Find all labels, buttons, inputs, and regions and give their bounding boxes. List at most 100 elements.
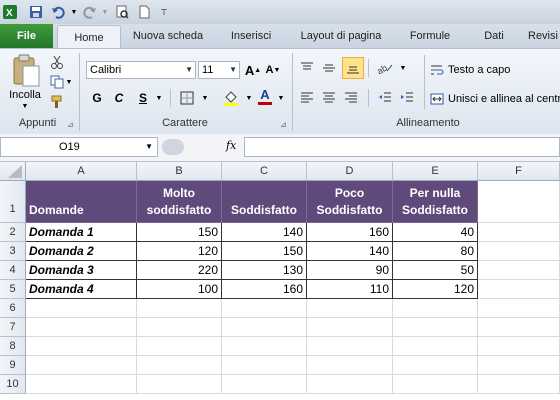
- column-header-b[interactable]: B: [137, 162, 222, 181]
- header-cell[interactable]: Domande: [26, 181, 137, 223]
- tab-file[interactable]: File: [0, 24, 53, 48]
- cell[interactable]: [26, 356, 137, 375]
- header-cell[interactable]: Soddisfatto: [222, 181, 307, 223]
- row-label-cell[interactable]: Domanda 2: [26, 242, 137, 261]
- row-header-1[interactable]: 1: [0, 181, 26, 223]
- value-cell[interactable]: 40: [393, 223, 478, 242]
- format-painter-icon[interactable]: [48, 93, 66, 111]
- paste-button[interactable]: Incolla: [4, 89, 46, 101]
- cell[interactable]: [307, 356, 393, 375]
- save-icon[interactable]: [28, 4, 44, 20]
- new-icon[interactable]: [136, 4, 152, 20]
- cell[interactable]: [478, 242, 560, 261]
- value-cell[interactable]: 160: [222, 280, 307, 299]
- formula-bar-handle[interactable]: [162, 139, 184, 155]
- name-box[interactable]: O19 ▼: [0, 137, 158, 157]
- column-header-a[interactable]: A: [26, 162, 137, 181]
- header-cell[interactable]: Per nulla Soddisfatto: [393, 181, 478, 223]
- redo-dropdown-icon[interactable]: ▼: [97, 4, 113, 20]
- row-header-8[interactable]: 8: [0, 337, 26, 356]
- tab-revisione[interactable]: Revisi: [528, 24, 560, 48]
- header-cell[interactable]: Molto soddisfatto: [137, 181, 222, 223]
- increase-indent-icon[interactable]: [398, 89, 416, 107]
- row-label-cell[interactable]: Domanda 4: [26, 280, 137, 299]
- merge-center-button[interactable]: Unisci e allinea al centro: [430, 90, 560, 108]
- value-cell[interactable]: 130: [222, 261, 307, 280]
- align-bottom-icon[interactable]: [342, 57, 364, 79]
- shrink-font-button[interactable]: A ▼: [264, 61, 282, 79]
- cell[interactable]: [137, 318, 222, 337]
- insert-function-icon[interactable]: fx: [226, 139, 236, 152]
- cell[interactable]: [222, 318, 307, 337]
- paste-dropdown-icon[interactable]: ▼: [20, 103, 30, 110]
- value-cell[interactable]: 140: [222, 223, 307, 242]
- cell[interactable]: [26, 337, 137, 356]
- column-header-d[interactable]: D: [307, 162, 393, 181]
- row-label-cell[interactable]: Domanda 3: [26, 261, 137, 280]
- align-middle-icon[interactable]: [320, 59, 338, 77]
- value-cell[interactable]: 140: [307, 242, 393, 261]
- copy-dropdown-icon[interactable]: ▼: [60, 73, 78, 91]
- cell[interactable]: [478, 299, 560, 318]
- header-cell[interactable]: Poco Soddisfatto: [307, 181, 393, 223]
- tab-formule[interactable]: Formule: [402, 24, 458, 48]
- cell[interactable]: [222, 299, 307, 318]
- column-header-e[interactable]: E: [393, 162, 478, 181]
- underline-dropdown-icon[interactable]: ▼: [150, 89, 168, 107]
- row-header-10[interactable]: 10: [0, 375, 26, 394]
- cell[interactable]: [478, 261, 560, 280]
- cell[interactable]: [393, 375, 478, 394]
- tab-home[interactable]: Home: [57, 25, 121, 50]
- cut-icon[interactable]: [48, 53, 66, 71]
- borders-dropdown-icon[interactable]: ▼: [196, 89, 214, 107]
- row-header-3[interactable]: 3: [0, 242, 26, 261]
- value-cell[interactable]: 100: [137, 280, 222, 299]
- cell[interactable]: [26, 299, 137, 318]
- font-color-dropdown-icon[interactable]: ▼: [272, 89, 290, 107]
- value-cell[interactable]: 90: [307, 261, 393, 280]
- align-top-icon[interactable]: [298, 59, 316, 77]
- align-left-icon[interactable]: [298, 89, 316, 107]
- cell[interactable]: [26, 375, 137, 394]
- fill-color-icon[interactable]: [222, 89, 240, 107]
- cell[interactable]: [307, 337, 393, 356]
- formula-input[interactable]: [244, 137, 560, 157]
- cell[interactable]: [393, 318, 478, 337]
- customize-icon[interactable]: ⊤: [156, 4, 172, 20]
- paste-icon[interactable]: [8, 53, 44, 89]
- row-label-cell[interactable]: Domanda 1: [26, 223, 137, 242]
- cell[interactable]: [478, 223, 560, 242]
- cell[interactable]: [393, 356, 478, 375]
- cell[interactable]: [137, 299, 222, 318]
- cell[interactable]: [478, 337, 560, 356]
- column-header-f[interactable]: F: [478, 162, 560, 181]
- value-cell[interactable]: 120: [137, 242, 222, 261]
- cell[interactable]: [478, 375, 560, 394]
- font-launcher-icon[interactable]: ⊿: [280, 120, 287, 129]
- align-right-icon[interactable]: [342, 89, 360, 107]
- grow-font-button[interactable]: A ▲: [244, 61, 262, 79]
- value-cell[interactable]: 80: [393, 242, 478, 261]
- tab-layout[interactable]: Layout di pagina: [295, 24, 387, 48]
- decrease-indent-icon[interactable]: [376, 89, 394, 107]
- tab-nuova-scheda[interactable]: Nuova scheda: [128, 24, 208, 48]
- orientation-icon[interactable]: ab: [376, 59, 394, 77]
- value-cell[interactable]: 150: [222, 242, 307, 261]
- select-all-corner[interactable]: [0, 162, 26, 181]
- italic-button[interactable]: C: [110, 89, 128, 107]
- column-header-c[interactable]: C: [222, 162, 307, 181]
- cell[interactable]: [478, 181, 560, 223]
- worksheet-grid[interactable]: ABCDEF 1 2 3 4 5 6 7 8 9 10 Domande Molto soddisfa…: [0, 162, 560, 400]
- tab-inserisci[interactable]: Inserisci: [222, 24, 280, 48]
- value-cell[interactable]: 120: [393, 280, 478, 299]
- borders-icon[interactable]: [178, 89, 196, 107]
- font-size-dropdown[interactable]: 11 ▼: [198, 61, 240, 79]
- cell[interactable]: [26, 318, 137, 337]
- row-header-6[interactable]: 6: [0, 299, 26, 318]
- name-box-caret-icon[interactable]: ▼: [145, 138, 153, 156]
- cell[interactable]: [137, 356, 222, 375]
- undo-icon[interactable]: [50, 4, 66, 20]
- clipboard-launcher-icon[interactable]: ⊿: [67, 120, 74, 129]
- orientation-dropdown-icon[interactable]: ▼: [394, 59, 412, 77]
- redo-icon[interactable]: [82, 4, 98, 20]
